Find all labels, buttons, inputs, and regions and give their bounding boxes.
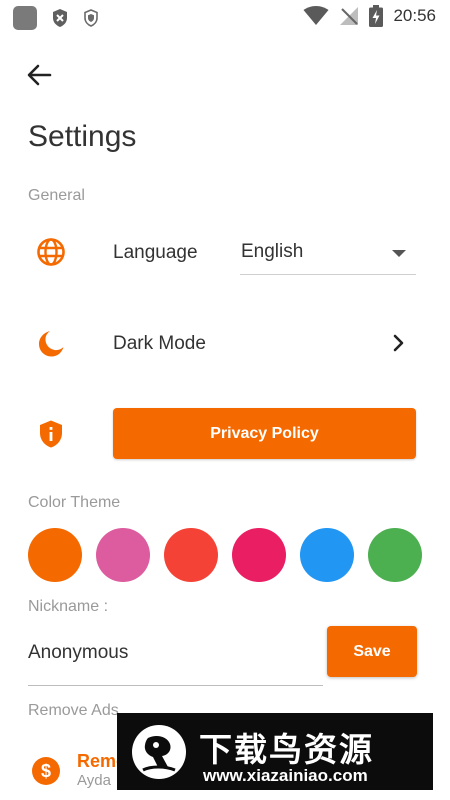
shield-small-icon — [84, 9, 98, 27]
color-swatch-red[interactable] — [164, 528, 218, 582]
privacy-policy-button[interactable]: Privacy Policy — [113, 408, 416, 459]
globe-icon — [37, 238, 65, 266]
section-remove-ads-label: Remove Ads — [28, 702, 119, 719]
back-arrow-icon[interactable] — [24, 60, 54, 90]
shield-x-icon — [53, 9, 67, 27]
nickname-label: Nickname : — [28, 598, 109, 615]
no-signal-icon — [340, 7, 359, 25]
language-value: English — [241, 241, 304, 262]
status-time: 20:56 — [393, 6, 436, 25]
chevron-right-icon[interactable] — [390, 333, 408, 353]
nickname-value: Anonymous — [28, 642, 129, 663]
nickname-input[interactable]: Anonymous — [28, 630, 323, 686]
save-button[interactable]: Save — [327, 626, 417, 677]
watermark-overlay: 下载鸟资源 www.xiazainiao.com — [117, 713, 433, 790]
bird-logo-icon — [132, 725, 186, 779]
battery-charging-icon — [369, 5, 384, 27]
dollar-coin-icon: $ — [32, 757, 60, 785]
status-left-icons — [13, 6, 99, 30]
wifi-icon — [303, 6, 329, 25]
status-bar: 20:56 — [0, 0, 450, 34]
language-dropdown[interactable]: English — [240, 232, 416, 275]
color-theme-swatches — [28, 528, 423, 582]
color-swatch-magenta[interactable] — [232, 528, 286, 582]
shield-info-icon — [40, 420, 62, 448]
section-general-label: General — [28, 187, 85, 204]
svg-text:$: $ — [41, 761, 51, 781]
section-color-theme-label: Color Theme — [28, 494, 121, 511]
remove-ads-item-subtitle: Ayda — [77, 772, 111, 789]
color-swatch-pink[interactable] — [96, 528, 150, 582]
page-title: Settings — [28, 120, 137, 153]
color-swatch-orange[interactable] — [28, 528, 82, 582]
status-right-icons: 20:56 — [303, 5, 436, 27]
moon-icon — [39, 331, 64, 357]
caret-down-icon — [392, 250, 406, 257]
watermark-url: www.xiazainiao.com — [203, 766, 368, 785]
color-swatch-blue[interactable] — [300, 528, 354, 582]
watermark-text: 下载鸟资源 — [199, 731, 374, 768]
language-label: Language — [113, 242, 198, 263]
dark-mode-label[interactable]: Dark Mode — [113, 333, 206, 355]
color-swatch-green[interactable] — [368, 528, 422, 582]
app-icon — [13, 6, 37, 30]
